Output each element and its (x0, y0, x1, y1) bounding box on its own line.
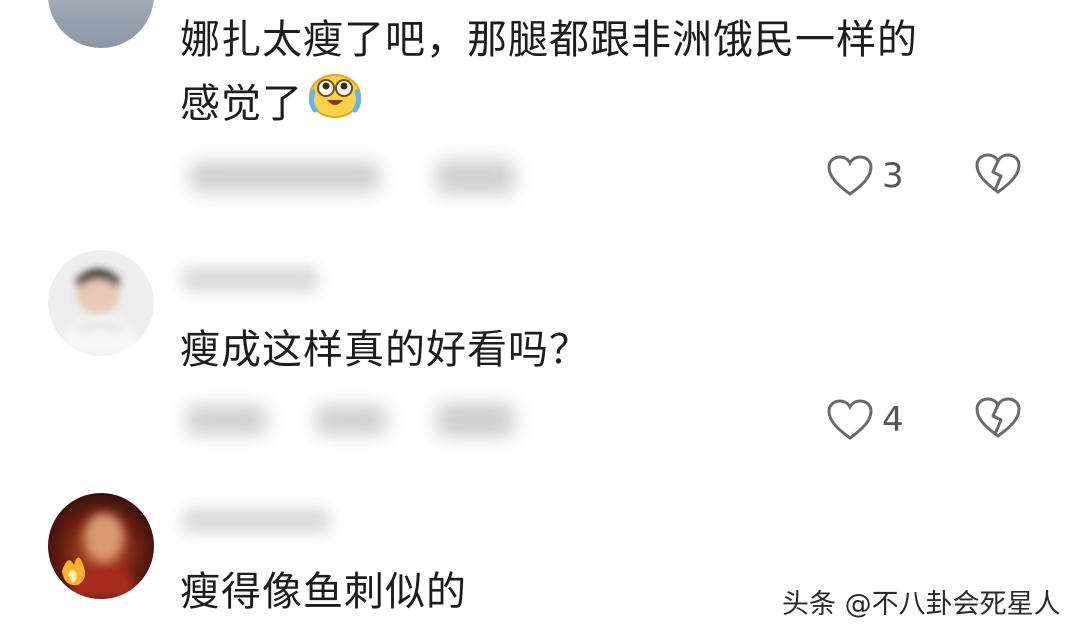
comment-text-line: 瘦成这样真的好看吗？ (180, 327, 590, 373)
comment-text: 瘦得像鱼刺似的 (180, 562, 467, 622)
comment-meta (190, 162, 380, 192)
comment-text-line: 感觉了 (180, 81, 303, 127)
username[interactable] (182, 508, 330, 534)
comment-text: 瘦成这样真的好看吗？ (180, 320, 590, 380)
avatar-image (48, 0, 154, 48)
avatar[interactable] (48, 250, 154, 356)
username[interactable] (182, 266, 318, 292)
reply-button[interactable] (436, 160, 514, 194)
comment-text-line: 瘦得像鱼刺似的 (180, 569, 467, 615)
avatar-image (48, 250, 154, 356)
heart-outline-icon (827, 399, 873, 440)
comment-text: 娜扎太瘦了吧，那腿都跟非洲饿民一样的 (180, 10, 918, 70)
like-button[interactable]: 3 (826, 152, 904, 200)
dislike-button[interactable] (974, 396, 1022, 440)
like-count: 4 (882, 400, 904, 440)
like-button[interactable]: 4 (826, 396, 904, 444)
broken-heart-icon (975, 153, 1021, 194)
avatar[interactable] (48, 0, 154, 48)
avatar[interactable] (48, 493, 154, 599)
comment-text-line: 娜扎太瘦了吧，那腿都跟非洲饿民一样的 (180, 17, 918, 63)
heart-outline-icon (827, 155, 873, 196)
dislike-button[interactable] (974, 152, 1022, 196)
reply-button[interactable] (436, 403, 514, 437)
like-count: 3 (882, 156, 904, 196)
laughing-crying-emoji-icon (307, 70, 363, 135)
broken-heart-icon (975, 397, 1021, 438)
comment-meta (316, 405, 386, 435)
avatar-image (48, 493, 154, 599)
comment-meta (186, 405, 266, 435)
comment-text: 感觉了 (180, 73, 363, 135)
watermark: 头条 @不八卦会死星人 (782, 589, 1061, 620)
